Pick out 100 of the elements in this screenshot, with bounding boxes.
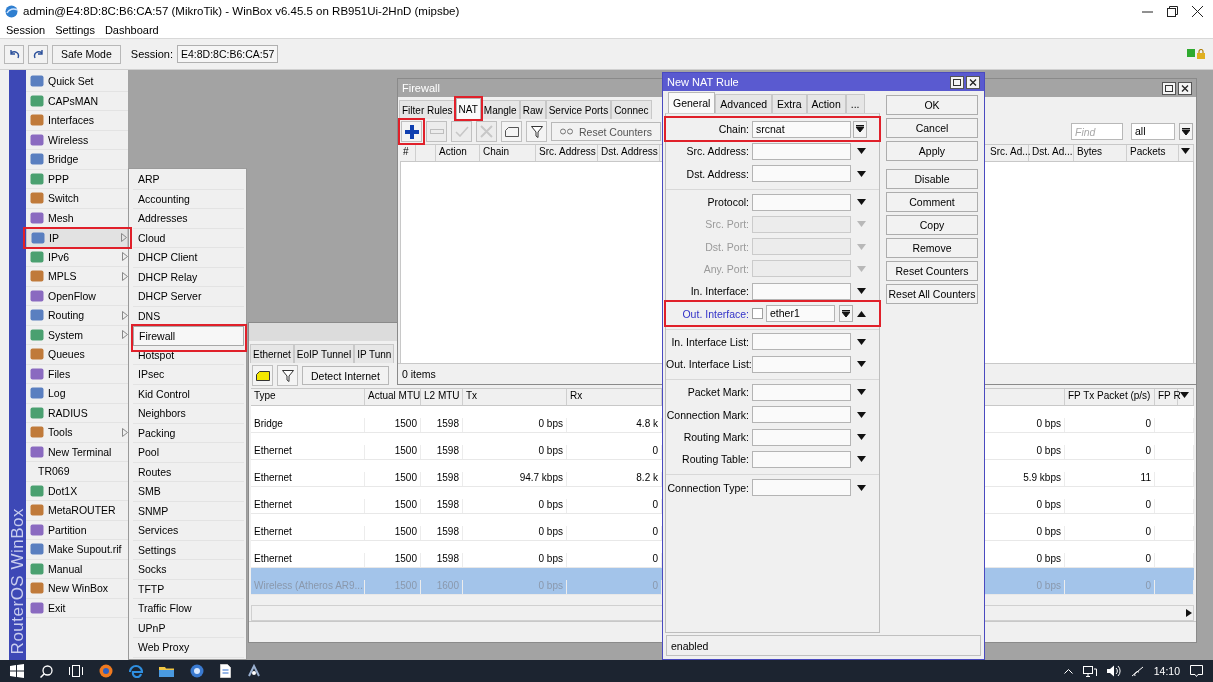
menu-item[interactable]: Accounting <box>133 189 244 209</box>
input-field[interactable] <box>752 406 851 424</box>
sidebar-item[interactable]: IPv6 <box>26 247 128 267</box>
menu-item[interactable]: Settings <box>55 24 95 36</box>
input-field[interactable] <box>752 450 851 468</box>
sidebar-item[interactable]: Tools <box>26 423 128 443</box>
tab[interactable]: IP Tunn <box>354 344 395 363</box>
down-arrow-icon[interactable] <box>857 338 866 345</box>
column-header[interactable]: Dst. Address <box>598 145 660 161</box>
column-header[interactable]: Src. Ad... <box>987 145 1029 161</box>
filter-button[interactable] <box>526 121 547 142</box>
input-field[interactable] <box>752 165 851 183</box>
dialog-button[interactable]: Cancel <box>886 118 978 138</box>
column-header[interactable]: Actual MTU <box>365 389 421 405</box>
menu-item[interactable]: SMB <box>133 482 244 502</box>
app-logo-icon[interactable] <box>190 664 204 678</box>
up-arrow-icon[interactable] <box>857 310 866 317</box>
search-icon[interactable] <box>40 664 53 678</box>
down-arrow-icon[interactable] <box>857 389 866 396</box>
browser-icon[interactable] <box>129 664 143 678</box>
column-header[interactable]: FP R <box>1155 389 1178 405</box>
sidebar-item[interactable]: Exit <box>26 598 128 618</box>
down-arrow-icon[interactable] <box>857 199 866 206</box>
input-field[interactable] <box>752 383 851 401</box>
down-arrow-icon[interactable] <box>857 411 866 418</box>
find-field[interactable]: Find <box>1071 123 1123 140</box>
down-arrow-icon[interactable] <box>857 484 866 491</box>
column-header[interactable]: Type <box>251 389 365 405</box>
menu-item[interactable]: Cloud <box>133 228 244 248</box>
menu-item[interactable]: Kid Control <box>133 384 244 404</box>
sidebar-item[interactable]: Queues <box>26 345 128 365</box>
menu-item[interactable]: ARP <box>133 170 244 190</box>
sidebar-item[interactable]: Wireless <box>26 130 128 150</box>
input-field[interactable] <box>752 479 851 497</box>
comment-button[interactable] <box>501 121 522 142</box>
sidebar-item[interactable]: Switch <box>26 189 128 209</box>
menu-item[interactable]: Web Proxy <box>133 638 244 658</box>
dropdown-button[interactable] <box>839 305 853 322</box>
tab[interactable]: NAT <box>455 98 481 119</box>
filter-dropdown[interactable]: all <box>1131 123 1175 140</box>
network-icon[interactable] <box>1082 665 1097 677</box>
input-field[interactable] <box>752 193 851 211</box>
sidebar-item[interactable]: Partition <box>26 520 128 540</box>
start-icon[interactable] <box>10 664 24 678</box>
column-header[interactable]: Dst. Ad... <box>1029 145 1074 161</box>
tab[interactable]: Extra <box>772 94 807 113</box>
browser-icon[interactable] <box>99 664 113 678</box>
column-header[interactable]: # <box>400 145 416 161</box>
down-arrow-icon[interactable] <box>857 434 866 440</box>
pen-icon[interactable] <box>1130 665 1144 677</box>
tab[interactable]: Filter Rules <box>399 100 456 119</box>
menu-item[interactable]: Pool <box>133 443 244 463</box>
column-header[interactable]: L2 MTU <box>421 389 463 405</box>
sidebar-item[interactable]: Quick Set <box>26 72 128 92</box>
close-icon[interactable] <box>966 75 980 89</box>
tab[interactable]: Action <box>806 94 846 113</box>
detect-internet-button[interactable]: Detect Internet <box>302 366 389 385</box>
tab[interactable]: Service Ports <box>545 100 612 119</box>
notification-icon[interactable] <box>1190 665 1203 677</box>
right-arrow-icon[interactable] <box>1185 609 1193 617</box>
sidebar-item[interactable]: Routing <box>26 306 128 326</box>
down-arrow-icon[interactable] <box>857 456 866 463</box>
menu-item[interactable]: Services <box>133 521 244 541</box>
menu-item[interactable]: Neighbors <box>133 404 244 424</box>
tab[interactable]: Connec <box>611 100 652 119</box>
task-view-icon[interactable] <box>69 665 83 677</box>
filter-button[interactable] <box>277 365 298 386</box>
undo-button[interactable] <box>4 44 24 64</box>
sidebar-item[interactable]: IP <box>26 228 128 248</box>
menu-item[interactable]: Traffic Flow <box>133 599 244 619</box>
menu-item[interactable]: Hotspot <box>133 345 244 365</box>
input-field[interactable]: ether1 <box>766 305 835 322</box>
dialog-button[interactable]: Remove <box>886 238 978 258</box>
maximize-icon[interactable] <box>950 75 964 89</box>
menu-item[interactable]: IPsec <box>133 365 244 385</box>
input-field[interactable] <box>752 355 851 373</box>
column-header[interactable]: Bytes <box>1074 145 1127 161</box>
down-arrow-icon[interactable] <box>857 361 866 368</box>
menu-item[interactable]: TFTP <box>133 579 244 599</box>
sidebar-item[interactable]: Files <box>26 364 128 384</box>
maximize-icon[interactable] <box>1162 81 1176 95</box>
sidebar-item[interactable]: Make Supout.rif <box>26 540 128 560</box>
restore-icon[interactable] <box>1167 5 1178 17</box>
dialog-button[interactable]: Reset Counters <box>886 261 978 281</box>
safe-mode-button[interactable]: Safe Mode <box>52 44 121 64</box>
sidebar-item[interactable]: Dot1X <box>26 481 128 501</box>
sidebar-item[interactable]: RADIUS <box>26 403 128 423</box>
down-arrow-icon[interactable] <box>1181 148 1190 154</box>
down-arrow-icon[interactable] <box>857 288 866 295</box>
sidebar-item[interactable]: Log <box>26 384 128 404</box>
sidebar-item[interactable]: CAPsMAN <box>26 91 128 111</box>
sidebar-item[interactable]: Manual <box>26 559 128 579</box>
column-header[interactable]: Src. Address <box>536 145 598 161</box>
reset-counters-button[interactable]: Reset Counters <box>551 122 661 141</box>
dialog-button[interactable]: OK <box>886 95 978 115</box>
document-icon[interactable] <box>220 664 231 678</box>
menu-item[interactable]: Firewall <box>133 326 244 346</box>
input-field[interactable] <box>752 282 851 300</box>
tab[interactable]: Ethernet <box>250 344 294 363</box>
menu-item[interactable]: Packing <box>133 423 244 443</box>
